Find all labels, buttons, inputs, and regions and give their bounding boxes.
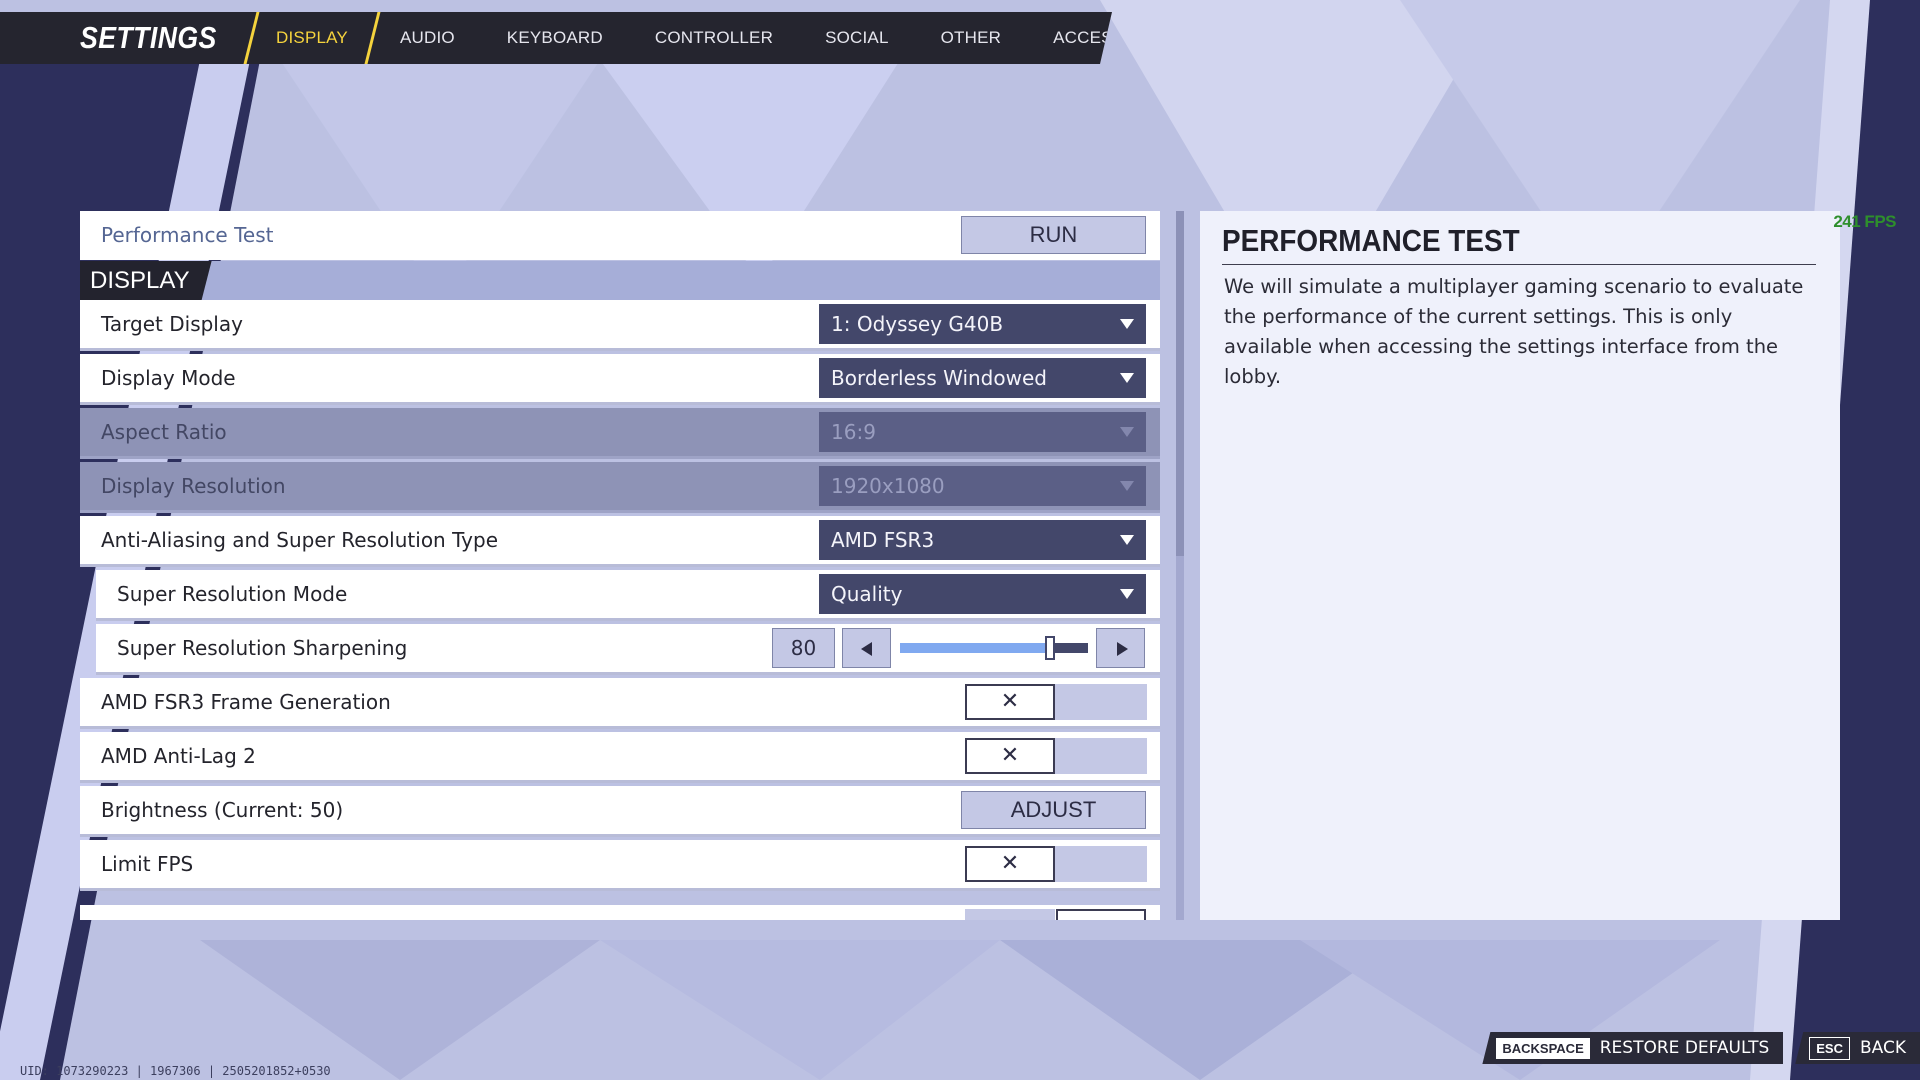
- setting-label: Limit FPS: [101, 852, 194, 876]
- dropdown-value: AMD FSR3: [831, 528, 935, 552]
- performance-test-label: Performance Test: [101, 223, 274, 247]
- setting-label: Target Display: [101, 312, 243, 336]
- setting-row-display-mode: Display Mode Borderless Windowed: [80, 354, 1160, 405]
- description-divider: [1222, 264, 1816, 265]
- setting-row-sr-mode: Super Resolution Mode Quality: [96, 570, 1160, 621]
- toggle-track: [1055, 738, 1147, 774]
- toggle-track: [965, 909, 1055, 920]
- display-section-header: DISPLAY: [80, 261, 1160, 300]
- footer-actions: BACKSPACE RESTORE DEFAULTS ESC BACK: [1470, 1032, 1920, 1064]
- setting-label: Super Resolution Sharpening: [117, 636, 408, 660]
- toggle-off-box: ✕: [965, 684, 1055, 720]
- restore-defaults-label: RESTORE DEFAULTS: [1599, 1038, 1770, 1058]
- setting-row-anti-lag: AMD Anti-Lag 2 ✕: [80, 732, 1160, 783]
- settings-title: SETTINGS: [80, 20, 217, 55]
- close-icon: ✕: [1000, 851, 1020, 876]
- uid-text: UID: 1073290223 | 1967306 | 2505201852+0…: [20, 1064, 331, 1078]
- sharpening-value: 80: [772, 628, 835, 668]
- settings-tabs: DISPLAY AUDIO KEYBOARD CONTROLLER SOCIAL…: [250, 12, 1208, 64]
- dropdown-value: 16:9: [831, 420, 876, 444]
- setting-label: AMD Anti-Lag 2: [101, 744, 256, 768]
- run-button[interactable]: RUN: [961, 216, 1146, 254]
- tab-keyboard[interactable]: KEYBOARD: [481, 12, 629, 64]
- tab-other[interactable]: OTHER: [915, 12, 1028, 64]
- display-mode-dropdown[interactable]: Borderless Windowed: [819, 358, 1146, 398]
- dropdown-value: Quality: [831, 582, 903, 606]
- setting-row-target-display: Target Display 1: Odyssey G40B: [80, 300, 1160, 351]
- toggle-track: [1055, 846, 1147, 882]
- chevron-down-icon: [1120, 427, 1134, 437]
- close-icon: ✕: [1000, 689, 1020, 714]
- setting-row-brightness: Brightness (Current: 50) ADJUST: [80, 786, 1160, 837]
- sr-mode-dropdown[interactable]: Quality: [819, 574, 1146, 614]
- target-display-dropdown[interactable]: 1: Odyssey G40B: [819, 304, 1146, 344]
- toggle-box[interactable]: [1056, 909, 1146, 920]
- dropdown-value: Borderless Windowed: [831, 366, 1047, 390]
- aspect-ratio-dropdown: 16:9: [819, 412, 1146, 452]
- anti-lag-toggle[interactable]: ✕: [965, 738, 1147, 774]
- toggle-off-box: ✕: [965, 846, 1055, 882]
- decrease-button[interactable]: [842, 628, 891, 668]
- fsr3-frame-generation-toggle[interactable]: ✕: [965, 684, 1147, 720]
- scrollbar-thumb[interactable]: [1176, 211, 1184, 556]
- section-title: DISPLAY: [80, 261, 212, 300]
- close-icon: ✕: [1000, 743, 1020, 768]
- display-resolution-dropdown: 1920x1080: [819, 466, 1146, 506]
- top-navigation: SETTINGS DISPLAY AUDIO KEYBOARD CONTROLL…: [0, 12, 1112, 64]
- dropdown-value: 1920x1080: [831, 474, 945, 498]
- arrow-right-icon: [1117, 642, 1128, 656]
- setting-label: Aspect Ratio: [101, 420, 227, 444]
- setting-label: Brightness (Current: 50): [101, 798, 344, 822]
- toggle-off-box: ✕: [965, 738, 1055, 774]
- sharpening-slider[interactable]: [900, 636, 1088, 660]
- setting-row-aspect-ratio: Aspect Ratio 16:9: [80, 408, 1160, 459]
- tab-display[interactable]: DISPLAY: [250, 12, 374, 64]
- setting-row-partial: [80, 905, 1160, 920]
- keycap-backspace: BACKSPACE: [1496, 1037, 1590, 1059]
- setting-row-aa-type: Anti-Aliasing and Super Resolution Type …: [80, 516, 1160, 567]
- description-panel: PERFORMANCE TEST We will simulate a mult…: [1200, 211, 1840, 920]
- description-title: PERFORMANCE TEST: [1222, 223, 1520, 258]
- setting-label: Display Mode: [101, 366, 236, 390]
- tab-controller[interactable]: CONTROLLER: [629, 12, 799, 64]
- chevron-down-icon: [1120, 589, 1134, 599]
- toggle-track: [1055, 684, 1147, 720]
- chevron-down-icon: [1120, 373, 1134, 383]
- performance-test-row: Performance Test RUN: [80, 211, 1160, 260]
- setting-row-limit-fps: Limit FPS ✕: [80, 840, 1160, 891]
- slider-thumb[interactable]: [1045, 636, 1055, 660]
- setting-row-sr-sharpening: Super Resolution Sharpening 80: [96, 624, 1160, 675]
- setting-label: Display Resolution: [101, 474, 286, 498]
- description-text: We will simulate a multiplayer gaming sc…: [1224, 275, 1804, 388]
- settings-list: Performance Test RUN DISPLAY Target Disp…: [80, 211, 1160, 920]
- setting-row-display-resolution: Display Resolution 1920x1080: [80, 462, 1160, 513]
- increase-button[interactable]: [1096, 628, 1145, 668]
- setting-label: Super Resolution Mode: [117, 582, 348, 606]
- slider-fill: [900, 643, 1050, 653]
- back-label: BACK: [1859, 1038, 1906, 1058]
- back-button[interactable]: ESC BACK: [1795, 1032, 1920, 1064]
- chevron-down-icon: [1120, 481, 1134, 491]
- setting-label: AMD FSR3 Frame Generation: [101, 690, 391, 714]
- dropdown-value: 1: Odyssey G40B: [831, 312, 1004, 336]
- tab-social[interactable]: SOCIAL: [799, 12, 915, 64]
- restore-defaults-button[interactable]: BACKSPACE RESTORE DEFAULTS: [1482, 1032, 1784, 1064]
- limit-fps-toggle[interactable]: ✕: [965, 846, 1147, 882]
- settings-scrollbar[interactable]: [1176, 211, 1184, 920]
- tab-audio[interactable]: AUDIO: [374, 12, 481, 64]
- setting-label: Anti-Aliasing and Super Resolution Type: [101, 528, 499, 552]
- chevron-down-icon: [1120, 535, 1134, 545]
- setting-row-fsr3-frame-generation: AMD FSR3 Frame Generation ✕: [80, 678, 1160, 729]
- fps-counter: 241 FPS: [1833, 212, 1896, 231]
- arrow-left-icon: [861, 642, 872, 656]
- chevron-down-icon: [1120, 319, 1134, 329]
- aa-type-dropdown[interactable]: AMD FSR3: [819, 520, 1146, 560]
- keycap-esc: ESC: [1809, 1036, 1850, 1060]
- adjust-button[interactable]: ADJUST: [961, 791, 1146, 829]
